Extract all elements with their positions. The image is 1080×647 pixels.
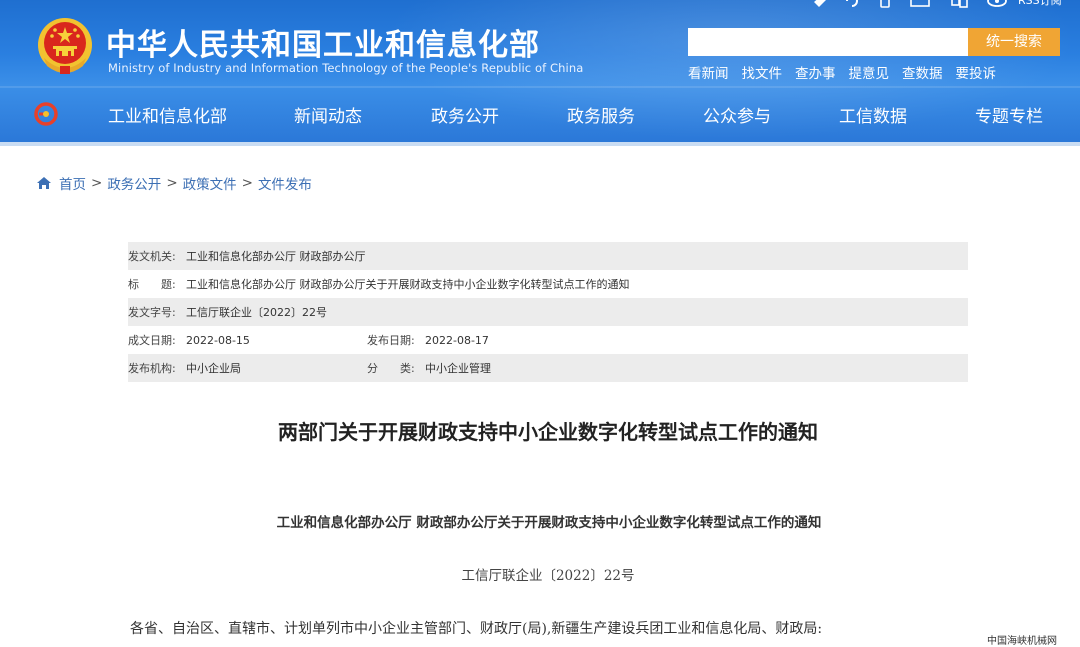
meta-row-docno: 发文字号: 工信厅联企业〔2022〕22号: [128, 298, 968, 326]
document-number: 工信厅联企业〔2022〕22号: [461, 568, 635, 584]
quick-link-data[interactable]: 查数据: [902, 62, 943, 82]
rss-subscribe-link[interactable]: RSS订阅: [1018, 0, 1062, 8]
breadcrumb-policy-files[interactable]: 政策文件: [183, 173, 237, 193]
meta-row-dates: 成文日期: 2022-08-15 发布日期: 2022-08-17: [128, 326, 968, 354]
breadcrumb-file-release[interactable]: 文件发布: [258, 173, 312, 193]
site-subtitle-english: Ministry of Industry and Information Tec…: [108, 61, 584, 75]
quick-link-files[interactable]: 找文件: [742, 62, 783, 82]
document-heading: 工业和信息化部办公厅 财政部办公厅关于开展财政支持中小企业数字化转型试点工作的通…: [276, 515, 822, 531]
mail-icon[interactable]: [910, 0, 930, 12]
home-icon[interactable]: [36, 176, 52, 190]
document-meta-table: 发文机关: 工业和信息化部办公厅 财政部办公厅 标 题: 工业和信息化部办公厅 …: [128, 242, 968, 382]
breadcrumb-separator: >: [166, 175, 178, 191]
search-button[interactable]: 统一搜索: [968, 28, 1060, 56]
meta-cell-agency: 发布机构: 中小企业局: [128, 360, 367, 376]
meta-label: 发布日期:: [367, 334, 415, 347]
meta-issuer: 工业和信息化部办公厅 财政部办公厅: [186, 250, 366, 263]
meta-row-issuer: 发文机关: 工业和信息化部办公厅 财政部办公厅: [128, 242, 968, 270]
meta-created-date: 2022-08-15: [186, 333, 250, 347]
meta-title: 工业和信息化部办公厅 财政部办公厅关于开展财政支持中小企业数字化转型试点工作的通…: [186, 278, 630, 291]
article-title: 两部门关于开展财政支持中小企业数字化转型试点工作的通知: [278, 420, 818, 444]
meta-label: 发布机构:: [128, 362, 176, 375]
breadcrumb: 首页 > 政务公开 > 政策文件 > 文件发布: [36, 173, 312, 193]
meta-label: 发文字号:: [128, 306, 176, 319]
nav-item-topics[interactable]: 专题专栏: [975, 102, 1043, 127]
breadcrumb-gov-affairs[interactable]: 政务公开: [107, 173, 161, 193]
meta-label: 标 题:: [128, 278, 176, 291]
quick-link-feedback[interactable]: 提意见: [849, 62, 890, 82]
breadcrumb-home[interactable]: 首页: [59, 173, 86, 193]
meta-published-date: 2022-08-17: [425, 333, 489, 347]
accessibility-icon[interactable]: [950, 0, 970, 12]
meta-row-agency: 发布机构: 中小企业局 分 类: 中小企业管理: [128, 354, 968, 382]
nav-item-gov-affairs[interactable]: 政务公开: [431, 102, 499, 127]
wechat-icon[interactable]: [844, 0, 860, 12]
nav-item-data[interactable]: 工信数据: [839, 102, 907, 127]
document-salutation: 各省、自治区、直辖市、计划单列市中小企业主管部门、财政厅(局),新疆生产建设兵团…: [130, 621, 823, 637]
nav-item-news[interactable]: 新闻动态: [294, 102, 362, 127]
meta-category: 中小企业管理: [425, 362, 491, 375]
meta-cell-category: 分 类: 中小企业管理: [367, 360, 606, 376]
header-divider: [0, 142, 1080, 146]
meta-label: 成文日期:: [128, 334, 176, 347]
quick-link-services[interactable]: 查办事: [795, 62, 836, 82]
quick-link-complaint[interactable]: 要投诉: [956, 62, 997, 82]
weibo-icon[interactable]: [812, 0, 828, 12]
watermark-text: 中国海峡机械网: [987, 636, 1057, 647]
search-input[interactable]: [688, 28, 968, 56]
meta-cell-created: 成文日期: 2022-08-15: [128, 332, 367, 348]
nav-item-participation[interactable]: 公众参与: [703, 102, 771, 127]
rss-icon[interactable]: [986, 0, 1008, 12]
meta-label: 发文机关:: [128, 250, 176, 263]
nav-item-ministry[interactable]: 工业和信息化部: [108, 102, 227, 127]
breadcrumb-separator: >: [241, 175, 253, 191]
quick-link-news[interactable]: 看新闻: [688, 62, 729, 82]
national-emblem-icon: [38, 18, 92, 74]
breadcrumb-separator: >: [91, 175, 103, 191]
quick-links: 看新闻 找文件 查办事 提意见 查数据 要投诉: [688, 62, 996, 82]
main-nav: 工业和信息化部 新闻动态 政务公开 政务服务 公众参与 工信数据 专题专栏: [0, 88, 1080, 140]
meta-label: 分 类:: [367, 362, 415, 375]
top-icon-bar: RSS订阅: [800, 0, 1080, 10]
ministry-logo-icon[interactable]: [34, 102, 58, 126]
mobile-icon[interactable]: [878, 0, 892, 12]
meta-cell-published: 发布日期: 2022-08-17: [367, 332, 606, 348]
nav-item-services[interactable]: 政务服务: [567, 102, 635, 127]
meta-row-title: 标 题: 工业和信息化部办公厅 财政部办公厅关于开展财政支持中小企业数字化转型试…: [128, 270, 968, 298]
site-header: 中华人民共和国工业和信息化部 Ministry of Industry and …: [0, 0, 1080, 142]
meta-docno: 工信厅联企业〔2022〕22号: [186, 306, 327, 319]
meta-agency: 中小企业局: [186, 362, 241, 375]
site-title: 中华人民共和国工业和信息化部: [106, 28, 540, 63]
